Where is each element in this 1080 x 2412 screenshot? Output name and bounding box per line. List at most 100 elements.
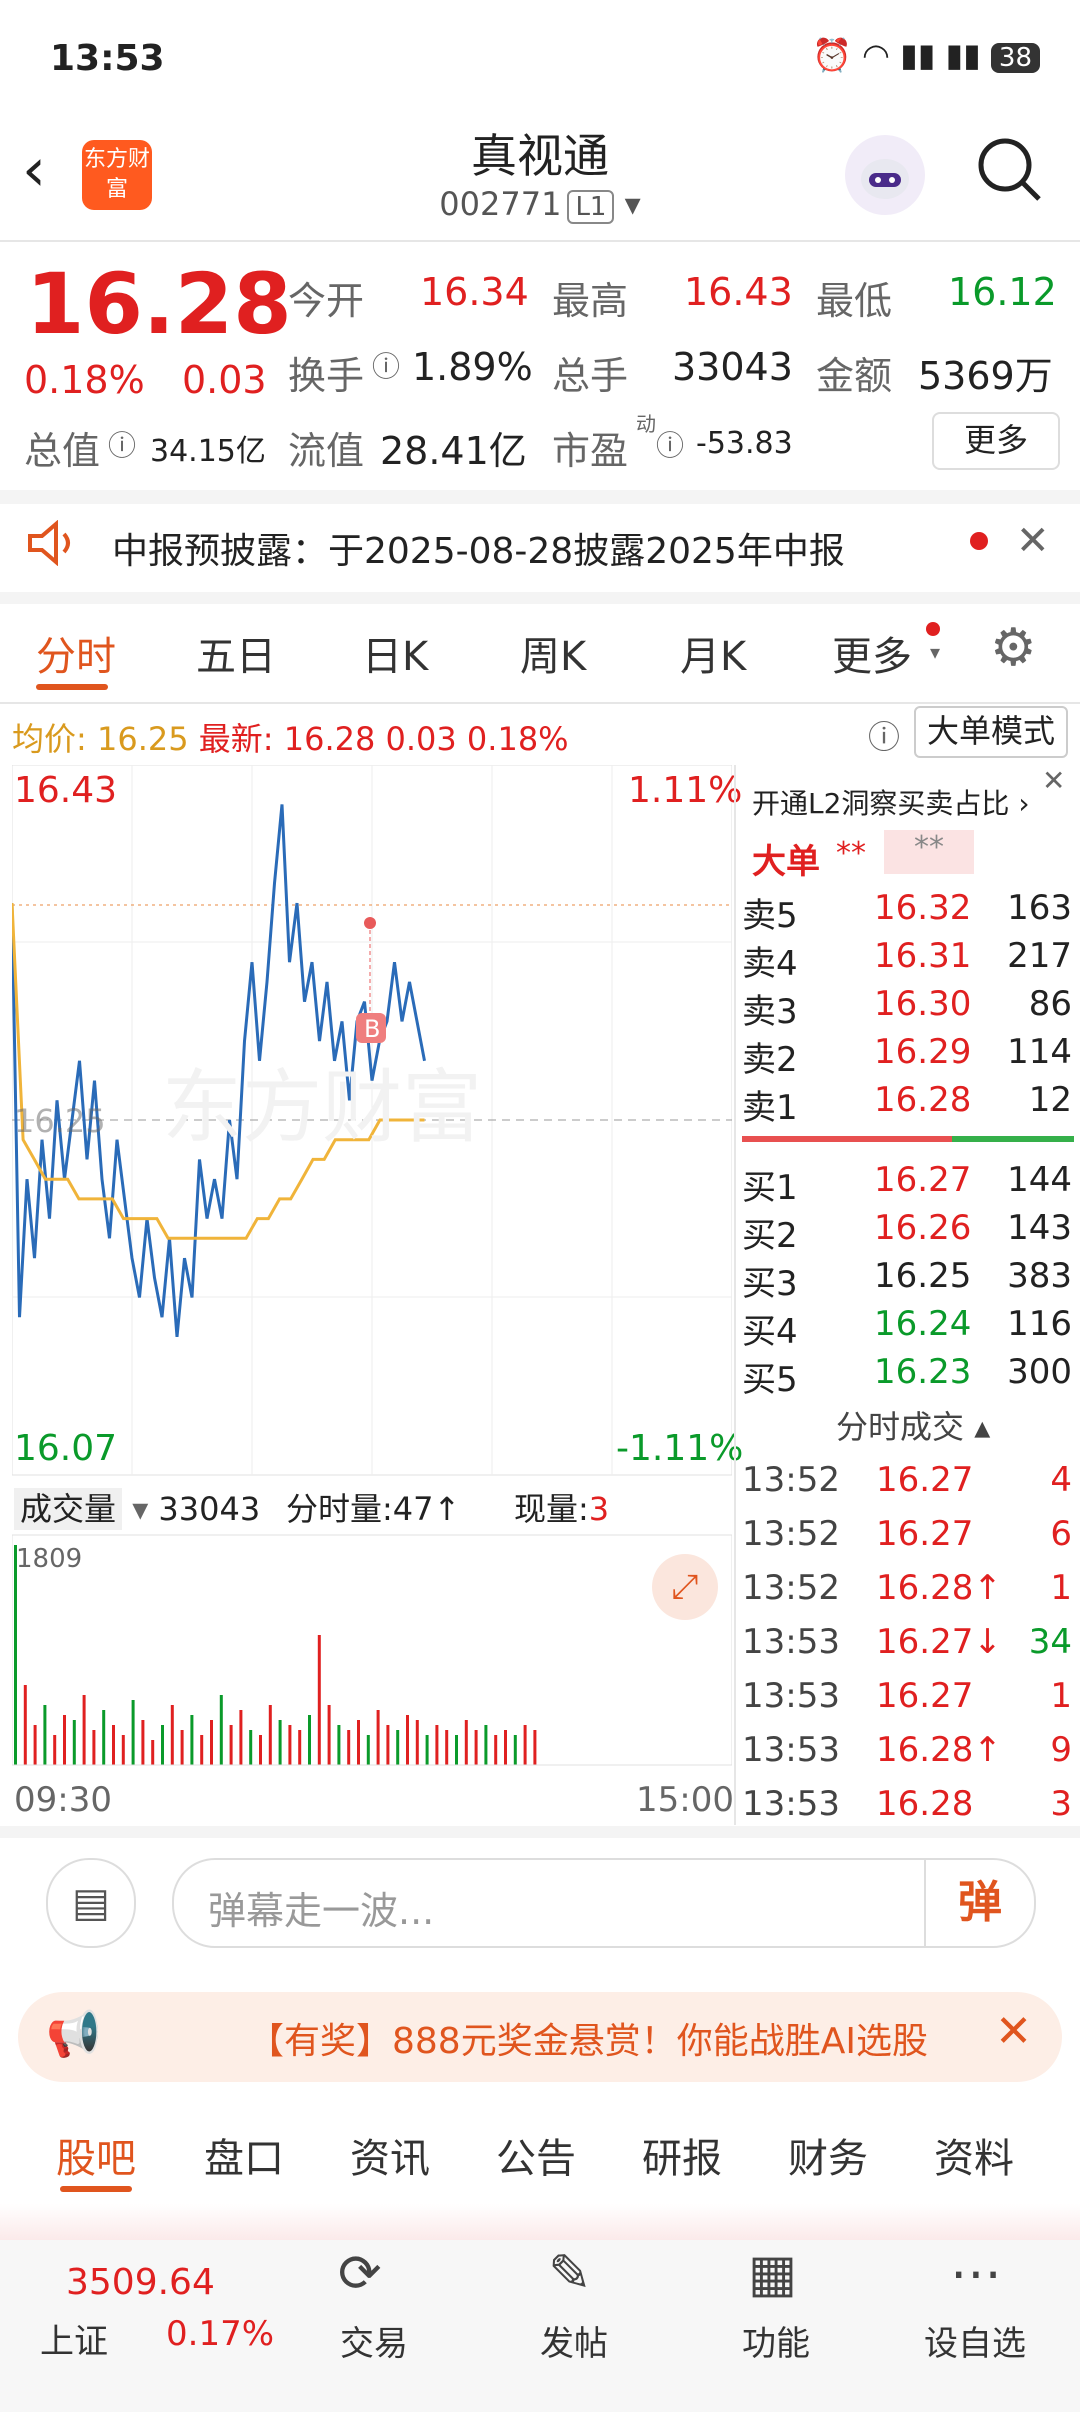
nav-func[interactable]: 功能 bbox=[742, 2316, 810, 2365]
tick-volume: 3 bbox=[1050, 1784, 1072, 1824]
battery-icon: 38 bbox=[990, 43, 1040, 73]
robot-avatar[interactable] bbox=[845, 135, 925, 215]
trade-icon[interactable]: ⟳ bbox=[338, 2244, 382, 2304]
search-icon[interactable] bbox=[975, 135, 1041, 201]
ask-price: 16.29 bbox=[874, 1032, 972, 1072]
stock-code-value: 002771 bbox=[439, 185, 562, 223]
buy-ratio-bar bbox=[742, 1136, 952, 1142]
volume-bar bbox=[112, 1725, 115, 1765]
volume-bar bbox=[239, 1710, 243, 1765]
tick-time: 13:52 bbox=[742, 1514, 840, 1554]
volume-bar bbox=[268, 1705, 272, 1765]
tick-volume: 34 bbox=[1028, 1622, 1072, 1662]
tab-announce[interactable]: 公告 bbox=[496, 2126, 576, 2184]
chart-start-time: 09:30 bbox=[14, 1780, 112, 1820]
volume-bar bbox=[308, 1715, 311, 1765]
float-value: 28.41亿 bbox=[380, 429, 527, 473]
low-value: 16.12 bbox=[948, 270, 1057, 314]
index-name: 上证 bbox=[40, 2322, 108, 2362]
tab-weekly[interactable]: 周K bbox=[520, 624, 586, 682]
watermark: 东方财富 bbox=[162, 1061, 482, 1154]
status-time: 13:53 bbox=[50, 38, 165, 79]
tab-finance[interactable]: 财务 bbox=[788, 2126, 868, 2184]
index-value[interactable]: 3509.64 bbox=[66, 2262, 215, 2303]
nav-trade[interactable]: 交易 bbox=[340, 2316, 408, 2365]
volume-bar bbox=[82, 1695, 86, 1765]
mktcap-value: 34.15亿 bbox=[150, 434, 266, 469]
tick-volume: 9 bbox=[1050, 1730, 1072, 1770]
close-icon[interactable]: ✕ bbox=[995, 2006, 1032, 2057]
close-icon[interactable]: ✕ bbox=[1016, 518, 1050, 564]
status-icons: ⏰ ◠ ▮▮ ▮▮ 38 bbox=[812, 36, 1040, 74]
volume-bar bbox=[494, 1735, 498, 1765]
latest-label: 最新: bbox=[198, 720, 274, 758]
status-bar: 13:53 ⏰ ◠ ▮▮ ▮▮ 38 bbox=[0, 0, 1080, 120]
danmu-input[interactable]: 弹幕走一波... 弹 bbox=[172, 1858, 1036, 1948]
divider bbox=[0, 2204, 1080, 2240]
tab-book[interactable]: 盘口 bbox=[204, 2126, 284, 2184]
ask-volume: 217 bbox=[1007, 936, 1072, 976]
divider bbox=[0, 592, 1080, 604]
danmu-settings-icon[interactable]: ▤ bbox=[46, 1858, 136, 1948]
tab-indicator bbox=[36, 684, 108, 690]
tab-indicator bbox=[60, 2186, 132, 2192]
close-icon[interactable]: ✕ bbox=[1042, 764, 1065, 797]
chart-max-pct: 1.11% bbox=[628, 770, 743, 811]
danmu-send-button[interactable]: 弹 bbox=[924, 1860, 1034, 1946]
volume-bar bbox=[180, 1730, 184, 1765]
latest-pct: 0.18% bbox=[466, 720, 569, 758]
volume-total: 33043 bbox=[158, 1490, 261, 1528]
tab-research[interactable]: 研报 bbox=[642, 2126, 722, 2184]
tick-volume: 1 bbox=[1050, 1676, 1072, 1716]
tab-daily[interactable]: 日K bbox=[362, 624, 428, 682]
more-button[interactable]: 更多 bbox=[932, 412, 1060, 470]
tick-time: 13:52 bbox=[742, 1460, 840, 1500]
volume-bar bbox=[396, 1730, 400, 1765]
danmu-placeholder: 弹幕走一波... bbox=[208, 1889, 435, 1933]
more-icon[interactable]: ⋯ bbox=[950, 2244, 1002, 2304]
promo-banner[interactable]: 📢 【有奖】888元奖金悬赏！你能战胜AI选股 ✕ bbox=[18, 1992, 1062, 2082]
bid-price: 16.25 bbox=[874, 1256, 972, 1296]
tab-forum[interactable]: 股吧 bbox=[56, 2126, 136, 2184]
unread-dot bbox=[970, 532, 988, 550]
tab-profile[interactable]: 资料 bbox=[934, 2126, 1014, 2184]
tab-5day[interactable]: 五日 bbox=[196, 624, 276, 682]
info-icon[interactable]: ⓘ bbox=[656, 424, 684, 464]
big-order-mode-button[interactable]: 大单模式 bbox=[914, 706, 1068, 758]
tab-more[interactable]: 更多 bbox=[832, 624, 912, 682]
l2-promo[interactable]: 开通L2洞察买卖占比 › bbox=[752, 782, 1030, 822]
grid-icon[interactable]: ▦ bbox=[748, 2244, 797, 2304]
level-badge[interactable]: L1 bbox=[567, 190, 615, 224]
chart-min-pct: -1.11% bbox=[616, 1428, 744, 1469]
bid-volume: 300 bbox=[1007, 1352, 1072, 1392]
info-icon[interactable]: ⓘ bbox=[108, 424, 136, 464]
bid-volume: 383 bbox=[1007, 1256, 1072, 1296]
notice-text[interactable]: 中报预披露：于2025-08-28披露2025年中报 bbox=[112, 522, 845, 574]
open-value: 16.34 bbox=[420, 270, 529, 314]
big-order-val2: ** bbox=[884, 830, 974, 874]
chart-end-time: 15:00 bbox=[636, 1780, 734, 1820]
tab-monthly[interactable]: 月K bbox=[680, 624, 746, 682]
gear-icon[interactable]: ⚙ bbox=[990, 618, 1037, 678]
info-icon[interactable]: ⓘ bbox=[372, 345, 400, 385]
expand-icon[interactable]: ⤢ bbox=[652, 1554, 718, 1620]
nav-post[interactable]: 发帖 bbox=[540, 2316, 608, 2365]
volume-bar bbox=[464, 1720, 468, 1765]
bid-price: 16.26 bbox=[874, 1208, 972, 1248]
volume-bar bbox=[366, 1735, 370, 1765]
volume-bar bbox=[357, 1720, 360, 1765]
megaphone-icon: 📢 bbox=[46, 2009, 101, 2060]
edit-icon[interactable]: ✎ bbox=[548, 2244, 592, 2304]
tab-news[interactable]: 资讯 bbox=[350, 2126, 430, 2184]
volume-bar bbox=[190, 1715, 194, 1765]
intraday-chart[interactable]: B 东方财富 bbox=[12, 765, 732, 1815]
tick-volume: 6 bbox=[1050, 1514, 1072, 1554]
tick-time: 13:53 bbox=[742, 1730, 840, 1770]
tab-intraday[interactable]: 分时 bbox=[36, 624, 116, 682]
tick-time: 13:53 bbox=[742, 1622, 840, 1662]
volume-selector[interactable]: 成交量 bbox=[14, 1488, 123, 1530]
nav-watch[interactable]: 设自选 bbox=[924, 2316, 1026, 2365]
ticks-title[interactable]: 分时成交 ▴ bbox=[836, 1402, 990, 1448]
help-icon[interactable]: ⓘ bbox=[868, 712, 900, 758]
volume-header: 成交量 ▾ 33043 bbox=[14, 1484, 260, 1530]
